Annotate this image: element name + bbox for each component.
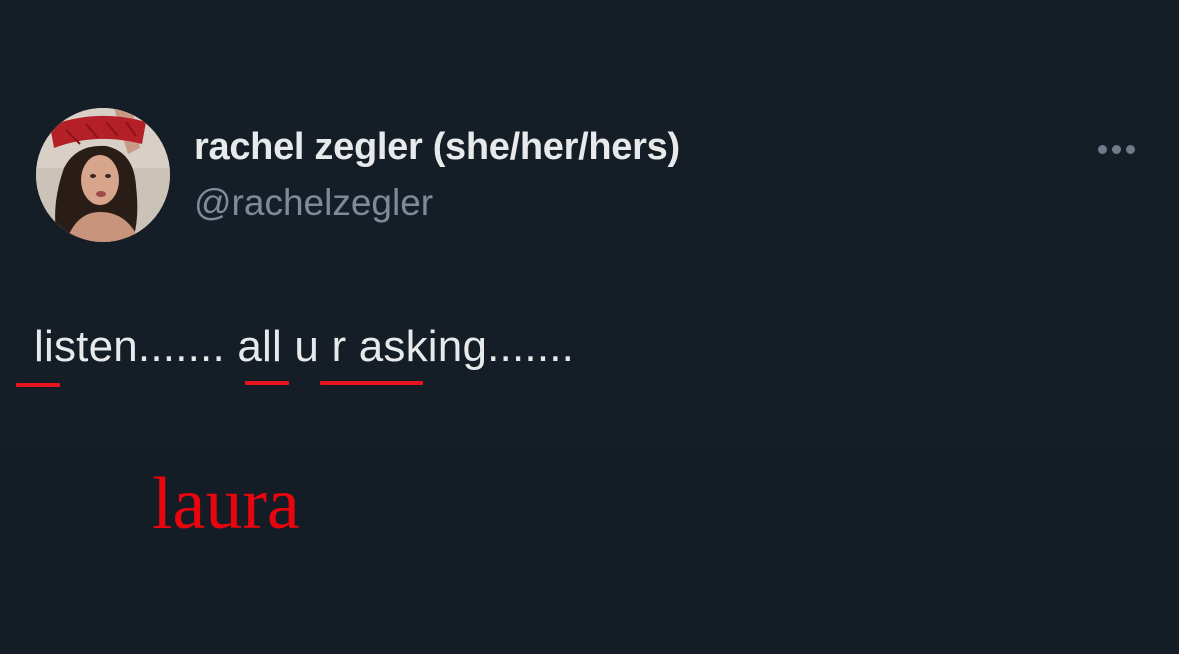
tweet-text: listen....... all u r asking....... [34, 322, 575, 371]
author-display-name[interactable]: rachel zegler (she/her/hers) [194, 126, 680, 169]
dot-icon [1125, 144, 1135, 154]
dot-icon [1111, 144, 1121, 154]
tweet-screenshot: rachel zegler (she/her/hers) @rachelzegl… [0, 0, 1179, 654]
profile-photo-icon [36, 108, 170, 242]
avatar[interactable] [36, 108, 170, 242]
more-options-icon[interactable] [1090, 136, 1142, 162]
annotation-signature: laura [152, 463, 300, 545]
annotation-underline [245, 381, 289, 385]
annotation-underline [320, 381, 423, 385]
annotation-underline [16, 383, 60, 387]
dot-icon [1097, 144, 1107, 154]
author-handle[interactable]: @rachelzegler [194, 182, 433, 224]
